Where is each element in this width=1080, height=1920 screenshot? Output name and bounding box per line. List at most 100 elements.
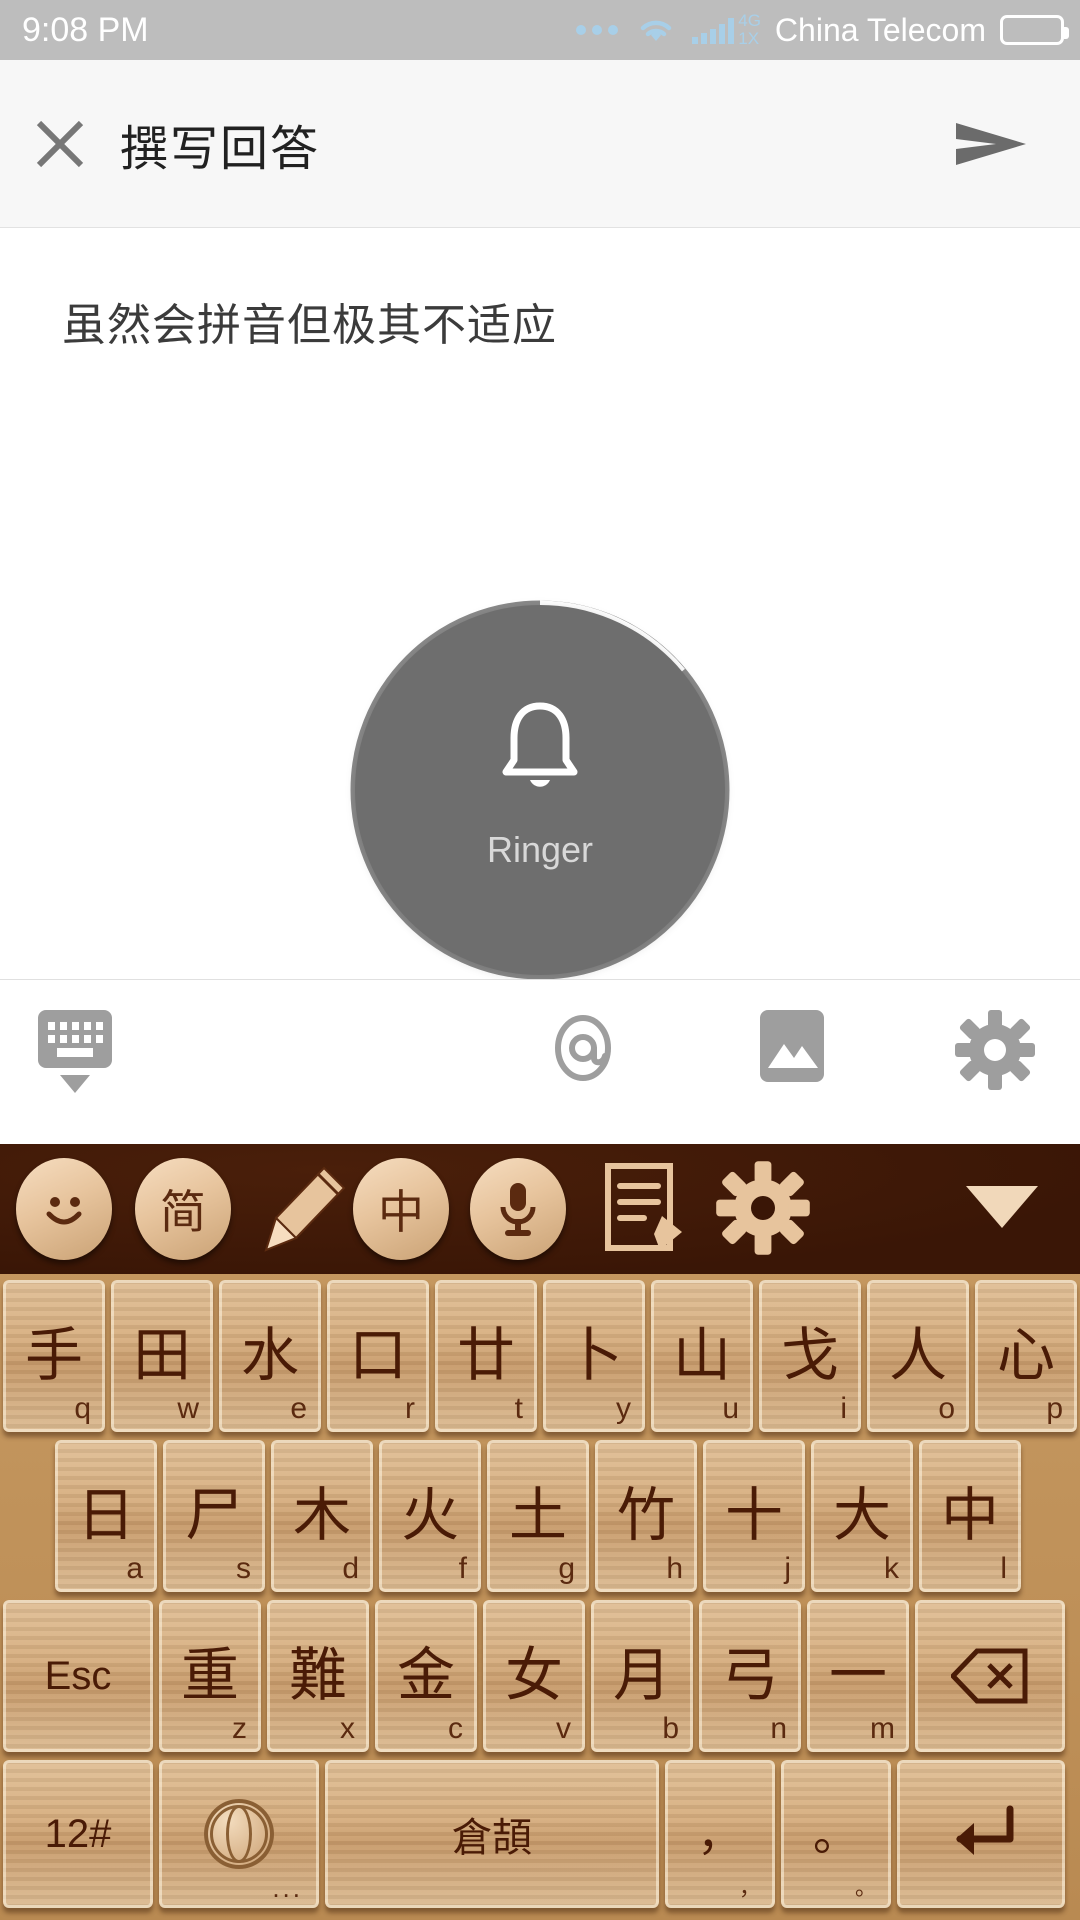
key-sublabel: ， [738, 1875, 761, 1900]
key-sublabel: v [556, 1712, 571, 1745]
key-sublabel: j [784, 1552, 791, 1585]
key-glyph: 尸 [184, 1483, 243, 1548]
keyboard-row-2: 日 a 尸 s 木 d 火 f 土 g 竹 h 十 j 大 k 中 l [0, 1440, 1080, 1592]
handwriting-button[interactable] [252, 1158, 352, 1265]
key-m[interactable]: 一 m [807, 1600, 909, 1752]
key-symbols[interactable]: 12# [3, 1760, 153, 1908]
key-sublabel: g [558, 1552, 575, 1585]
key-t[interactable]: 廿 t [435, 1280, 537, 1432]
key-sublabel: l [1000, 1552, 1007, 1585]
ringer-volume-overlay[interactable]: Ringer [350, 600, 730, 980]
key-sublabel: k [884, 1552, 899, 1585]
network-secondary: 1X [738, 29, 760, 48]
key-sublabel: z [232, 1712, 247, 1745]
battery-icon [1000, 15, 1069, 45]
key-glyph: 火 [400, 1483, 459, 1548]
voice-input-button[interactable] [470, 1158, 566, 1260]
key-period[interactable]: 。 。 [781, 1760, 891, 1908]
key-i[interactable]: 戈 i [759, 1280, 861, 1432]
key-j[interactable]: 十 j [703, 1440, 805, 1592]
key-glyph: 弓 [720, 1643, 779, 1708]
signal-bars-icon [692, 16, 735, 44]
key-sublabel: i [840, 1392, 847, 1425]
key-backspace[interactable] [915, 1600, 1065, 1752]
close-button[interactable] [0, 113, 120, 175]
key-p[interactable]: 心 p [975, 1280, 1077, 1432]
attachment-toolbar [0, 980, 1080, 1144]
chinese-mode-button[interactable]: 中 [353, 1158, 449, 1260]
key-glyph: 山 [672, 1323, 731, 1388]
simplified-label: 简 [135, 1158, 231, 1260]
key-esc[interactable]: Esc [3, 1600, 153, 1752]
key-glyph: 卜 [564, 1323, 623, 1388]
key-g[interactable]: 土 g [487, 1440, 589, 1592]
key-glyph: 口 [348, 1323, 407, 1388]
bell-icon [486, 694, 594, 805]
network-primary: 4G [738, 11, 761, 30]
key-h[interactable]: 竹 h [595, 1440, 697, 1592]
key-s[interactable]: 尸 s [163, 1440, 265, 1592]
key-comma[interactable]: ， ， [665, 1760, 775, 1908]
status-time: 9:08 PM [22, 10, 149, 49]
key-c[interactable]: 金 c [375, 1600, 477, 1752]
key-l[interactable]: 中 l [919, 1440, 1021, 1592]
key-glyph: 。 [813, 1808, 859, 1860]
key-glyph: 戈 [780, 1323, 839, 1388]
key-b[interactable]: 月 b [591, 1600, 693, 1752]
key-x[interactable]: 難 x [267, 1600, 369, 1752]
key-sublabel: n [770, 1712, 787, 1745]
key-y[interactable]: 卜 y [543, 1280, 645, 1432]
key-glyph: 田 [132, 1323, 191, 1388]
picture-icon [760, 1010, 824, 1082]
hide-keyboard-button[interactable] [38, 1010, 112, 1093]
more-dots-icon [576, 25, 619, 35]
key-glyph: 女 [504, 1643, 563, 1708]
key-sublabel: y [616, 1392, 631, 1425]
collapse-toolbar-button[interactable] [966, 1186, 1038, 1228]
smiley-icon [46, 1197, 82, 1225]
key-glyph: 中 [940, 1483, 999, 1548]
key-v[interactable]: 女 v [483, 1600, 585, 1752]
key-d[interactable]: 木 d [271, 1440, 373, 1592]
key-label: 12# [44, 1811, 112, 1856]
note-edit-icon [605, 1163, 682, 1251]
notepad-button[interactable] [598, 1158, 694, 1263]
key-o[interactable]: 人 o [867, 1280, 969, 1432]
key-glyph: 竹 [616, 1483, 675, 1548]
simplified-toggle-button[interactable]: 简 [135, 1158, 231, 1260]
key-w[interactable]: 田 w [111, 1280, 213, 1432]
keyboard-settings-button[interactable] [715, 1158, 811, 1263]
wifi-icon [636, 15, 676, 45]
send-button[interactable] [952, 113, 1030, 175]
key-u[interactable]: 山 u [651, 1280, 753, 1432]
key-sublabel: o [938, 1392, 955, 1425]
answer-text[interactable]: 虽然会拼音但极其不适应 [62, 289, 557, 353]
space-label: 倉頡 [452, 1816, 532, 1860]
key-language-switch[interactable]: ... [159, 1760, 319, 1908]
ringer-dial-body[interactable]: Ringer [355, 605, 725, 975]
status-indicators: 4G 1X China Telecom [576, 0, 1080, 60]
key-glyph: 心 [996, 1323, 1055, 1388]
key-sublabel: h [666, 1552, 683, 1585]
key-enter[interactable] [897, 1760, 1065, 1908]
key-sublabel: c [448, 1712, 463, 1745]
send-icon [956, 122, 1026, 165]
phone-screen: 9:08 PM 4G 1X China Telecom 撰写回答 虽然会拼音但极… [0, 0, 1080, 1920]
key-k[interactable]: 大 k [811, 1440, 913, 1592]
emoji-button[interactable] [16, 1158, 112, 1260]
carrier-name: China Telecom [774, 11, 986, 48]
key-n[interactable]: 弓 n [699, 1600, 801, 1752]
key-e[interactable]: 水 e [219, 1280, 321, 1432]
key-sublabel: d [342, 1552, 359, 1585]
image-button[interactable] [760, 1010, 824, 1082]
mention-button[interactable] [545, 1010, 621, 1086]
key-sublabel: 。 [854, 1875, 877, 1900]
key-space[interactable]: 倉頡 [325, 1760, 659, 1908]
key-f[interactable]: 火 f [379, 1440, 481, 1592]
settings-button[interactable] [955, 1010, 1035, 1090]
key-r[interactable]: 口 r [327, 1280, 429, 1432]
key-a[interactable]: 日 a [55, 1440, 157, 1592]
key-z[interactable]: 重 z [159, 1600, 261, 1752]
key-glyph: 廿 [456, 1323, 515, 1388]
key-q[interactable]: 手 q [3, 1280, 105, 1432]
